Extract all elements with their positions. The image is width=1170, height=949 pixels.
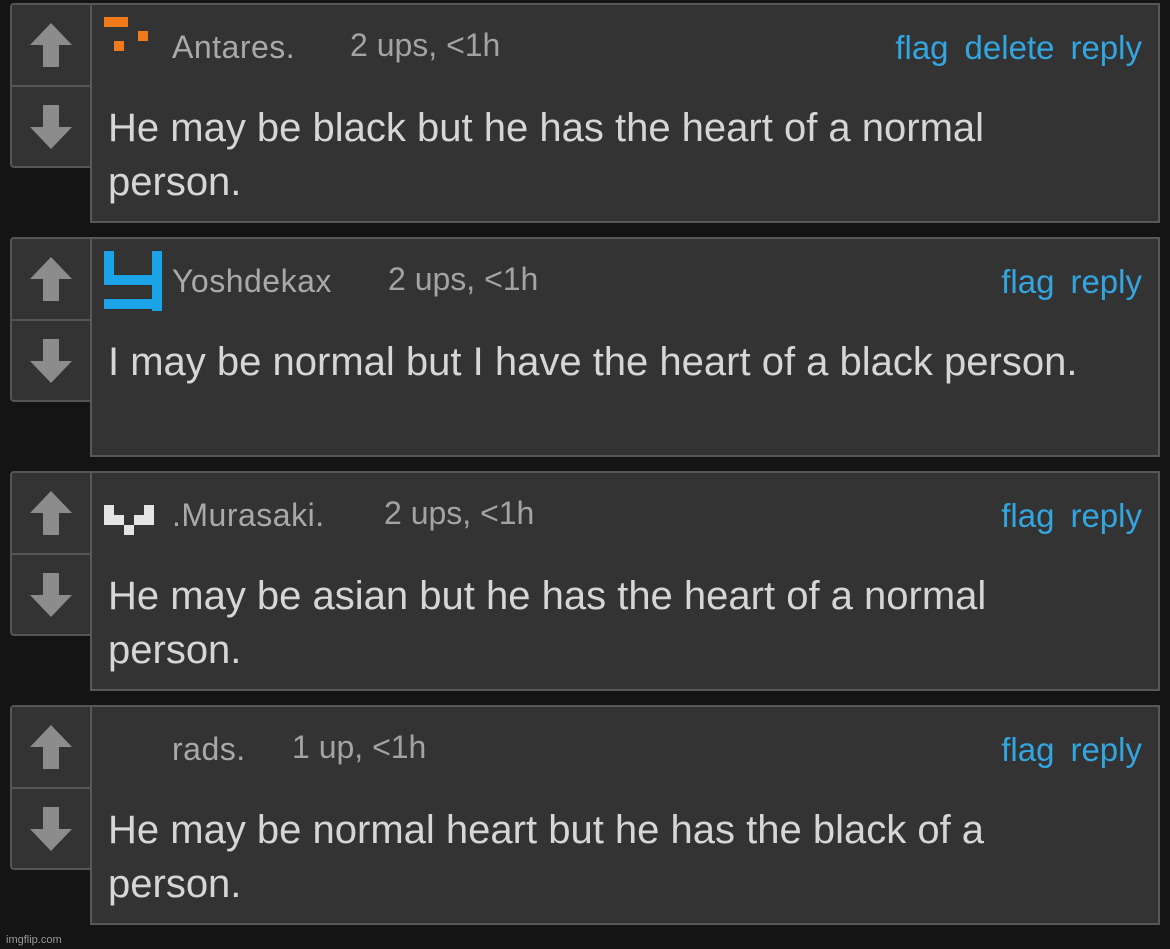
username-link[interactable]: Yoshdekax	[172, 263, 332, 300]
vote-count-time: 2 ups, <1h	[384, 495, 535, 531]
comment-text: He may be black but he has the heart of …	[108, 106, 985, 204]
comment-box: .Murasaki. 2 ups, <1h flag reply He may …	[90, 471, 1160, 691]
flag-link[interactable]: flag	[1001, 263, 1054, 301]
reply-link[interactable]: reply	[1070, 29, 1142, 67]
upvote-button[interactable]	[12, 473, 90, 555]
up-arrow-icon	[30, 725, 72, 769]
downvote-button[interactable]	[12, 789, 90, 868]
white-pixel-avatar-icon[interactable]	[102, 483, 166, 547]
downvote-button[interactable]	[12, 87, 90, 166]
down-arrow-icon	[30, 572, 72, 617]
vote-count-time: 2 ups, <1h	[388, 261, 539, 297]
reply-link[interactable]: reply	[1070, 497, 1142, 535]
comment-actions: flag delete reply	[895, 29, 1142, 67]
reply-link[interactable]: reply	[1070, 263, 1142, 301]
delete-link[interactable]: delete	[965, 29, 1055, 67]
blue-pixel-avatar-icon[interactable]	[102, 249, 166, 313]
vote-panel	[10, 705, 90, 870]
upvote-button[interactable]	[12, 239, 90, 321]
flag-link[interactable]: flag	[1001, 731, 1054, 769]
vote-count-time: 2 ups, <1h	[350, 27, 501, 63]
down-arrow-icon	[30, 806, 72, 851]
comment: rads. 1 up, <1h flag reply He may be nor…	[0, 705, 1170, 930]
comment-actions: flag reply	[1001, 263, 1142, 301]
down-arrow-icon	[30, 338, 72, 383]
flag-link[interactable]: flag	[895, 29, 948, 67]
comment-text: He may be asian but he has the heart of …	[108, 574, 987, 672]
up-arrow-icon	[30, 491, 72, 535]
vote-panel	[10, 3, 90, 168]
down-arrow-icon	[30, 104, 72, 149]
vote-panel	[10, 237, 90, 402]
comment-actions: flag reply	[1001, 497, 1142, 535]
upvote-button[interactable]	[12, 5, 90, 87]
comment: Antares. 2 ups, <1h flag delete reply He…	[0, 3, 1170, 228]
up-arrow-icon	[30, 257, 72, 301]
downvote-button[interactable]	[12, 555, 90, 634]
comment: Yoshdekax 2 ups, <1h flag reply I may be…	[0, 237, 1170, 462]
comment-box: Antares. 2 ups, <1h flag delete reply He…	[90, 3, 1160, 223]
username-link[interactable]: rads.	[172, 731, 246, 768]
comment-actions: flag reply	[1001, 731, 1142, 769]
comment-box: rads. 1 up, <1h flag reply He may be nor…	[90, 705, 1160, 925]
username-link[interactable]: .Murasaki.	[172, 497, 325, 534]
vote-count-time: 1 up, <1h	[292, 729, 427, 765]
flag-link[interactable]: flag	[1001, 497, 1054, 535]
comment: .Murasaki. 2 ups, <1h flag reply He may …	[0, 471, 1170, 696]
comment-box: Yoshdekax 2 ups, <1h flag reply I may be…	[90, 237, 1160, 457]
up-arrow-icon	[30, 23, 72, 67]
downvote-button[interactable]	[12, 321, 90, 400]
comment-text: I may be normal but I have the heart of …	[108, 340, 1078, 384]
upvote-button[interactable]	[12, 707, 90, 789]
reply-link[interactable]: reply	[1070, 731, 1142, 769]
orange-pixel-avatar-icon[interactable]	[102, 15, 166, 79]
vote-panel	[10, 471, 90, 636]
comment-text: He may be normal heart but he has the bl…	[108, 808, 985, 906]
username-link[interactable]: Antares.	[172, 29, 295, 66]
watermark: imgflip.com	[6, 934, 62, 946]
